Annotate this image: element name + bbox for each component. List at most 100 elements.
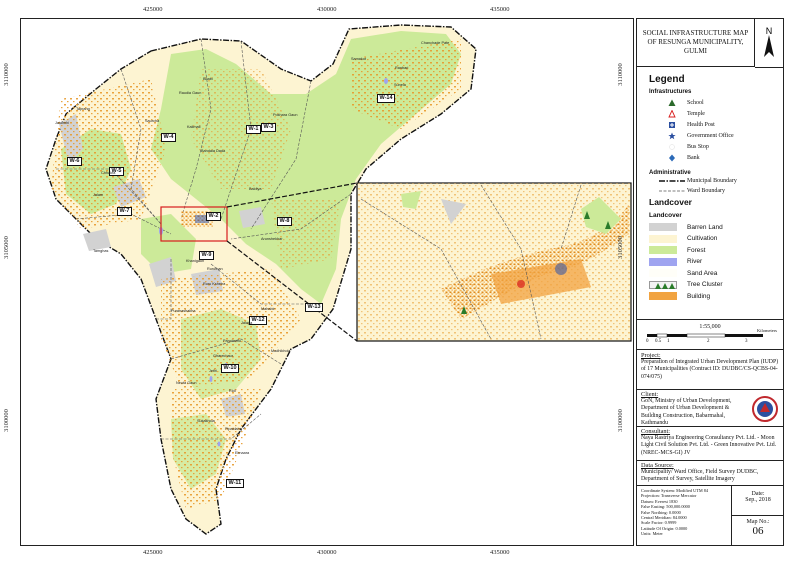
building-scatter — [271, 199, 341, 269]
landcover-swatch — [649, 257, 677, 266]
government-office-icon — [657, 131, 687, 140]
place-label: Panchamu — [223, 339, 242, 343]
place-label: Taprang — [76, 107, 90, 111]
landcover-row-cultivation: Cultivation — [649, 234, 717, 244]
government-emblem-icon — [752, 396, 778, 422]
landcover-swatch — [649, 292, 677, 300]
client-text: GoN, Ministry of Urban Development, Depa… — [641, 398, 732, 426]
map-frame[interactable]: 425000 430000 435000 425000 430000 43500… — [3, 6, 634, 556]
place-label: Chanchade Pate — [421, 41, 450, 45]
legend-label: School — [687, 99, 704, 106]
place-label: Pipaldaha — [225, 427, 242, 431]
x-tick-top: 425000 — [143, 6, 163, 13]
legend-label: Forest — [687, 246, 706, 254]
legend-label: River — [687, 258, 703, 265]
municipal-boundary-icon — [657, 176, 687, 185]
ward-label-w-6: W-6 — [67, 157, 82, 166]
x-tick-bottom: 430000 — [317, 549, 337, 556]
place-label: Jethi — [209, 369, 218, 373]
landcover-row-building: Building — [649, 291, 710, 301]
place-label: Sukakhola — [197, 419, 215, 423]
school-icon — [657, 98, 687, 107]
scale-unit: Kilometers — [757, 328, 777, 333]
ward-label-w-8: W-8 — [277, 217, 292, 226]
north-arrow-icon: N — [764, 26, 774, 57]
y-tick-right: 3105000 — [616, 236, 624, 259]
place-label: Saurcha — [145, 119, 160, 123]
ward-label-w-14: W-14 — [377, 94, 396, 103]
place-label: Sunela — [394, 83, 406, 87]
place-label: Tamghas — [93, 249, 109, 253]
landcover-row-barren-land: Barren Land — [649, 222, 723, 232]
place-label: Jalam — [93, 193, 104, 197]
landcover-subheading: Landcover — [649, 212, 682, 219]
map-canvas[interactable] — [21, 19, 633, 545]
legend-label: Sand Area — [687, 269, 718, 277]
coordinate-line: Units: Meter — [641, 531, 663, 537]
legend-label: Bank — [687, 154, 700, 161]
health-post-icon — [657, 120, 687, 129]
scale-tick: 0 — [646, 339, 649, 344]
ward-label-w-11: W-11 — [226, 479, 244, 488]
legend-label: Barren Land — [687, 223, 723, 231]
legend-label: Temple — [687, 110, 705, 117]
landcover-row-river: River — [649, 257, 702, 267]
landcover-swatch — [649, 269, 677, 277]
legend-title: Legend — [649, 74, 685, 85]
place-label: Arunshekhar — [261, 237, 283, 241]
date-value: Sep., 2018 — [745, 497, 771, 503]
ward-boundary-icon — [657, 186, 687, 195]
y-tick-right: 3100000 — [616, 409, 624, 432]
place-label: Gharechaur — [213, 354, 234, 358]
legend-row-ward-boundary: Ward Boundary — [657, 186, 725, 195]
inset-map[interactable] — [356, 182, 632, 342]
landcover-swatch — [649, 223, 677, 231]
legend-row-municipal-boundary: Municipal Boundary — [657, 176, 737, 185]
landcover-row-sand-area: Sand Area — [649, 268, 717, 278]
ward-label-w-4: W-4 — [161, 133, 176, 142]
place-label: Kalimati — [187, 125, 201, 129]
place-label: Puranashakha — [171, 309, 196, 313]
place-label: Mahabir — [261, 307, 275, 311]
place-label: Baldiya — [249, 187, 262, 191]
place-label: Ranbari — [395, 66, 409, 70]
scale-tick: 0.5 — [655, 339, 662, 344]
legend-row-government-office: Government Office — [657, 131, 734, 140]
place-label: Khanigaun — [186, 259, 205, 263]
client-block: Client: GoN, Ministry of Urban Developme… — [641, 391, 749, 427]
building-scatter — [171, 389, 261, 509]
map-title: SOCIAL INFRASTRUCTURE MAP OF RESUNGA MUN… — [637, 19, 755, 67]
place-label: Jaidimhi — [55, 121, 69, 125]
ward-label-w-10: W-10 — [221, 364, 240, 373]
bus-stop-icon — [657, 142, 687, 151]
source-block: Data Source: Municipality/ Ward Office, … — [641, 462, 779, 484]
x-tick-top: 435000 — [490, 6, 510, 13]
place-label: Chhakra — [101, 171, 116, 175]
legend-row-temple: Temple — [657, 109, 705, 118]
y-tick-left: 3110000 — [2, 63, 10, 86]
place-label: Bhabi — [203, 77, 213, 81]
landcover-swatch — [649, 246, 677, 254]
ward-label-w-3: W-3 — [261, 123, 276, 132]
ward-label-w-7: W-7 — [117, 207, 132, 216]
legend-label: Ward Boundary — [687, 187, 726, 194]
place-label: Jalapa — [241, 321, 253, 325]
legend-label: Bus Stop — [687, 143, 709, 150]
source-text: Municipality/ Ward Office, Field Survey … — [641, 469, 759, 483]
y-tick-left: 3100000 — [2, 409, 10, 432]
consultant-block: Consultant: Naya Rastriya Engineering Co… — [641, 428, 779, 457]
place-label: Pokhara Gaun — [273, 113, 298, 117]
legend-label: Municipal Boundary — [687, 177, 737, 184]
x-tick-bottom: 425000 — [143, 549, 163, 556]
legend-label: Tree Cluster — [687, 281, 723, 288]
x-tick-top: 430000 — [317, 6, 337, 13]
legend-label: Cultivation — [687, 235, 718, 242]
place-label: Neuta Gaun — [176, 381, 197, 385]
consultant-heading: Consultant: — [641, 428, 671, 435]
infra-heading: Infrastructures — [649, 89, 692, 95]
legend-row-school: School — [657, 98, 704, 107]
legend-row-bus-stop: Bus Stop — [657, 142, 709, 151]
legend-label: Building — [687, 292, 711, 300]
y-tick-left: 3105000 — [2, 236, 10, 259]
scale-tick: 1 — [667, 339, 670, 344]
